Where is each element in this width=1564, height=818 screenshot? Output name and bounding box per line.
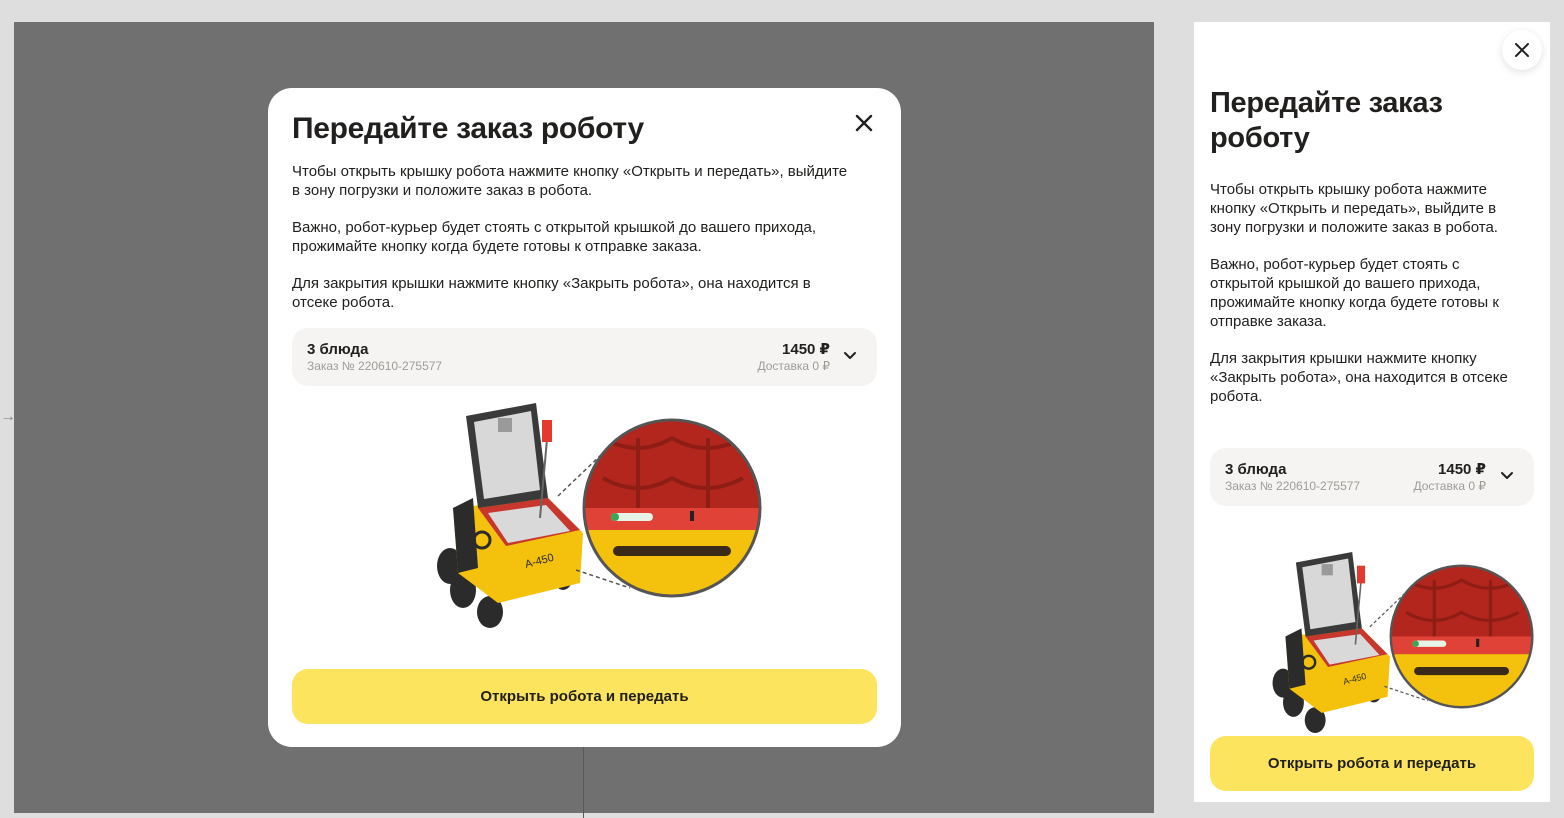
instruction-important: Важно, робот-курьер будет стоять с откры…: [292, 219, 817, 255]
modal-title: Передайте заказ роботу: [292, 112, 644, 145]
transfer-order-modal: Передайте заказ роботу Чтобы открыть кры…: [268, 88, 901, 747]
close-icon[interactable]: [851, 110, 877, 136]
order-price: 1450 ₽: [782, 341, 830, 358]
chevron-down-icon[interactable]: [843, 351, 857, 361]
arrow-right-icon: →: [0, 408, 16, 425]
instruction-open: Чтобы открыть крышку робота нажмите кноп…: [1210, 181, 1498, 236]
instruction-close: Для закрытия крышки нажмите кнопку «Закр…: [1210, 350, 1508, 405]
panel-close-button[interactable]: [1502, 30, 1542, 70]
instruction-important: Важно, робот-курьер будет стоять с откры…: [1210, 256, 1499, 330]
order-delivery: Доставка 0 ₽: [1413, 479, 1486, 493]
open-robot-button[interactable]: Открыть робота и передать: [1210, 736, 1534, 791]
chevron-down-icon[interactable]: [1500, 471, 1514, 481]
order-dishes: 3 блюда: [1225, 461, 1287, 478]
instruction-close: Для закрытия крышки нажмите кнопку «Закр…: [292, 275, 811, 311]
panel-title: Передайте заказ роботу: [1210, 87, 1443, 154]
order-number: Заказ № 220610-275577: [307, 359, 443, 373]
order-number: Заказ № 220610-275577: [1225, 479, 1361, 493]
order-price: 1450 ₽: [1438, 461, 1486, 478]
open-robot-button[interactable]: Открыть робота и передать: [292, 669, 877, 724]
guide-line: [583, 747, 584, 818]
close-icon: [1515, 43, 1529, 57]
order-dishes: 3 блюда: [307, 341, 369, 358]
robot-illustration: A-450: [437, 403, 762, 628]
instructions: Чтобы открыть крышку робота нажмите кноп…: [292, 162, 852, 330]
panel-instructions: Чтобы открыть крышку робота нажмите кноп…: [1210, 180, 1510, 424]
mobile-panel: Передайте заказ роботу Чтобы открыть кры…: [1194, 22, 1550, 802]
order-delivery: Доставка 0 ₽: [757, 359, 830, 373]
robot-illustration: A-450: [1272, 552, 1534, 733]
instruction-open: Чтобы открыть крышку робота нажмите кноп…: [292, 163, 848, 199]
order-summary[interactable]: 3 блюда Заказ № 220610-275577 1450 ₽ Дос…: [292, 328, 877, 386]
panel-order-summary[interactable]: 3 блюда Заказ № 220610-275577 1450 ₽ Дос…: [1210, 448, 1534, 506]
